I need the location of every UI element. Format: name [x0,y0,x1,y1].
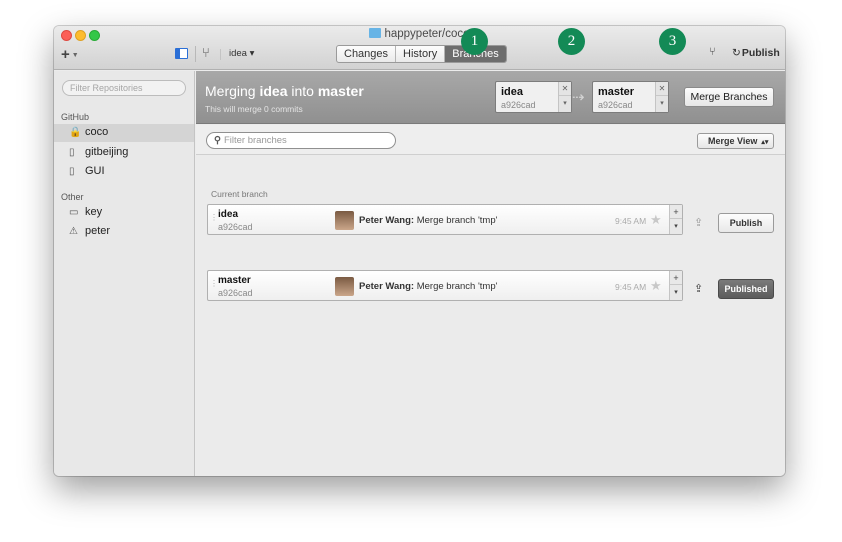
step-badge-3: 3 [659,28,686,55]
published-branch-button[interactable]: Published [718,279,774,299]
branch-row[interactable]: ⋮ master a926cad Peter Wang: Merge branc… [207,270,683,301]
commit-time: 9:45 AM [615,282,647,292]
sync-icon: ↻ [732,47,741,59]
tab-changes[interactable]: Changes [337,46,397,62]
close-icon[interactable]: ✕ [559,82,571,96]
main-panel: Merging idea into master This will merge… [196,71,785,476]
current-branch-label: Current branch [211,189,268,199]
step-badge-1: 1 [461,28,488,55]
commit-time: 9:45 AM [615,216,647,226]
pull-request-icon[interactable]: ⑂ [709,46,716,58]
plus-icon[interactable]: + [670,205,682,219]
toolbar-divider [220,49,221,60]
filter-branches-input[interactable]: ⚲ Filter branches [206,132,396,149]
section-label-github: GitHub [61,112,90,122]
branch-selector[interactable]: idea ▾ [229,48,254,59]
publish-branch-button[interactable]: Publish [718,213,774,233]
branch-row[interactable]: ⋮ idea a926cad Peter Wang: Merge branch … [207,204,683,235]
drag-handle-icon[interactable]: ⋮ [210,279,218,288]
chevron-down-icon[interactable]: ▾ [656,96,668,111]
add-button[interactable]: + ▼ [61,46,79,63]
branch-icon: ⑂ [202,45,210,60]
lock-book-icon: 🔒 [69,127,82,138]
search-icon: ⚲ [214,135,221,146]
published-status-icon: ⇪ [694,283,704,295]
drag-handle-icon[interactable]: ⋮ [210,213,218,222]
commit-summary: Peter Wang: Merge branch 'tmp' [359,215,498,226]
merge-arrow-icon: ⇢ [572,89,585,106]
chevron-down-icon[interactable]: ▾ [670,285,682,300]
source-branch-box[interactable]: idea a926cad ✕ ▾ [495,81,572,113]
repo-item-gui[interactable]: ▯ GUI [54,163,194,181]
section-label-other: Other [61,192,84,202]
merge-title: Merging idea into master [205,83,364,99]
toolbar-divider [195,46,196,62]
step-badge-2: 2 [558,28,585,55]
merge-view-select[interactable]: Merge View ▴▾ [697,133,774,149]
commit-summary: Peter Wang: Merge branch 'tmp' [359,281,498,292]
repo-item-coco[interactable]: 🔒 coco [54,124,194,142]
close-icon[interactable]: ✕ [656,82,668,96]
chevron-down-icon[interactable]: ▾ [559,96,571,111]
merge-branches-button[interactable]: Merge Branches [684,87,774,107]
sidebar-toggle-icon[interactable] [175,48,188,59]
merge-subtitle: This will merge 0 commits [205,104,303,114]
chevron-updown-icon: ▴▾ [761,139,769,146]
computer-icon: ▭ [69,207,79,218]
filter-repositories-input[interactable]: Filter Repositories [62,80,186,96]
tab-history[interactable]: History [396,46,446,62]
repository-sidebar: Filter Repositories GitHub 🔒 coco ▯ gitbei… [54,71,195,476]
plus-icon[interactable]: + [670,271,682,285]
repo-item-key[interactable]: ▭ key [54,204,194,222]
avatar [335,277,354,296]
book-icon: ▯ [69,147,75,158]
target-branch-box[interactable]: master a926cad ✕ ▾ [592,81,669,113]
warning-icon: ⚠ [69,226,78,237]
chevron-down-icon: ▾ [249,48,255,59]
publish-button[interactable]: ↻Publish [732,47,780,59]
chevron-down-icon[interactable]: ▾ [670,219,682,234]
book-icon: ▯ [69,166,75,177]
repo-item-gitbeijing[interactable]: ▯ gitbeijing [54,144,194,162]
repo-item-peter[interactable]: ⚠ peter [54,223,194,241]
chevron-down-icon: ▼ [71,52,79,59]
app-window: happypeter/coco + ▼ ⑂ idea ▾ Changes Hist… [54,26,785,476]
folder-icon [369,28,382,38]
star-icon[interactable]: ★ [650,278,662,294]
merge-header: Merging idea into master This will merge… [196,71,785,124]
avatar [335,211,354,230]
star-icon[interactable]: ★ [650,212,662,228]
publish-status-icon: ⇪ [694,217,704,229]
branches-toolbar: ⚲ Filter branches Merge View ▴▾ [196,125,785,155]
